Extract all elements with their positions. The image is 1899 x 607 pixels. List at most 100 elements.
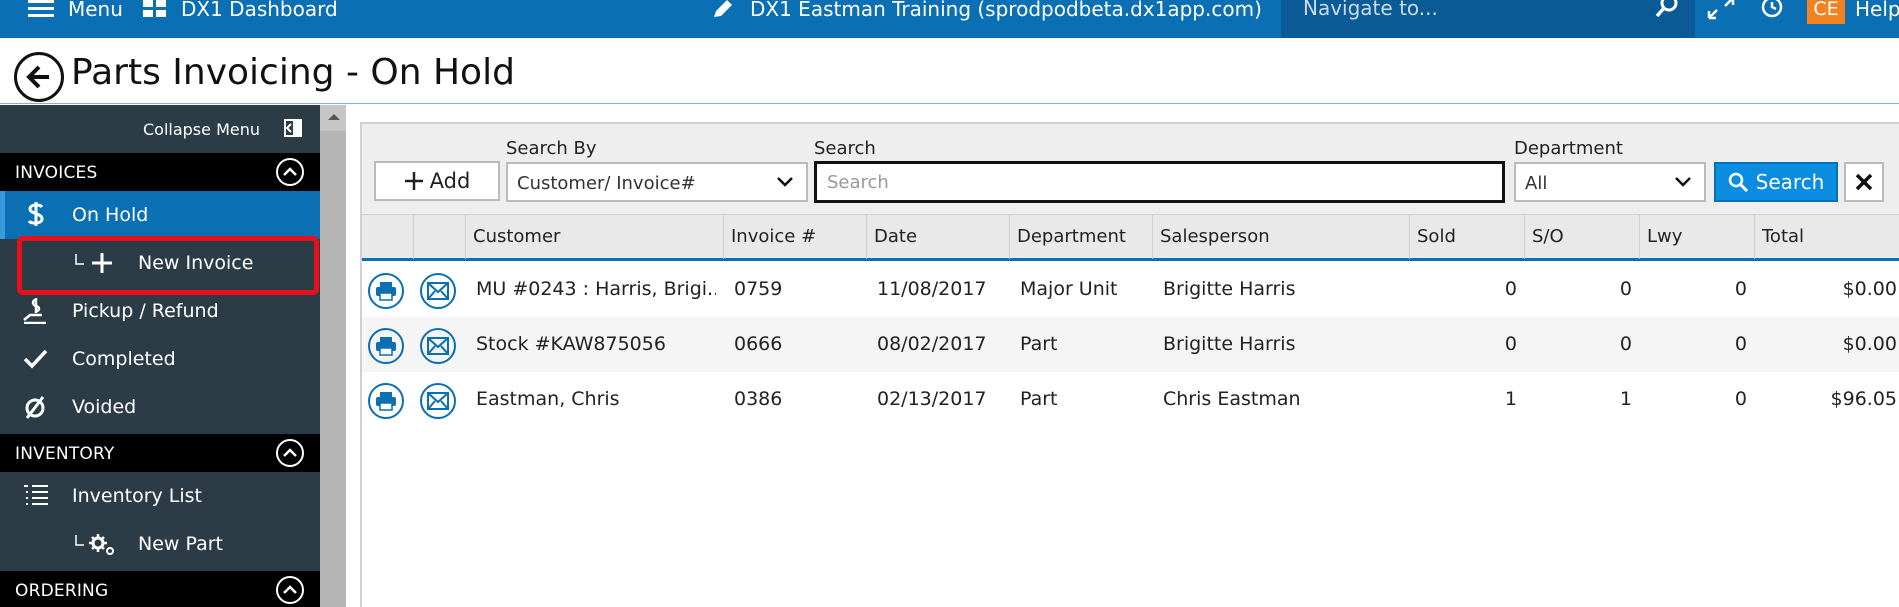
scroll-up-arrow[interactable] [328, 114, 340, 120]
table-row[interactable]: Eastman, Chris 0386 02/13/2017 Part Chri… [362, 372, 1899, 427]
sidebar-item-label: Voided [72, 396, 137, 418]
department-select[interactable]: All [1514, 162, 1706, 202]
collapse-menu[interactable]: Collapse Menu [0, 105, 320, 152]
search-box[interactable] [814, 161, 1505, 203]
menu-button[interactable]: Menu [28, 0, 123, 19]
add-button[interactable]: Add [374, 161, 500, 201]
toolbar: Add Search By Customer/ Invoice# Search … [362, 124, 1899, 214]
collapse-icon[interactable] [284, 119, 302, 137]
search-input[interactable] [817, 164, 1502, 200]
sidebar-item-new-part[interactable]: New Part [0, 520, 320, 568]
sidebar-item-voided[interactable]: Voided [0, 383, 320, 431]
navigate-search[interactable]: Navigate to... [1281, 0, 1695, 38]
cell-sold: 0 [1504, 333, 1517, 355]
navigate-input[interactable]: Navigate to... [1303, 0, 1438, 20]
table-row[interactable]: MU #0243 : Harris, Brigi... 0759 11/08/2… [362, 262, 1899, 317]
chevron-up-icon[interactable] [275, 438, 305, 468]
table-row[interactable]: Stock #KAW875056 0666 08/02/2017 Part Br… [362, 317, 1899, 372]
cell-total: $96.05 [1830, 388, 1897, 410]
section-invoices-label: INVOICES [15, 163, 98, 183]
printer-icon [376, 337, 396, 356]
cell-department: Part [1020, 333, 1058, 355]
print-button[interactable] [368, 273, 404, 309]
pickup-icon [23, 298, 46, 324]
back-button[interactable] [14, 52, 64, 102]
top-bar: Menu DX1 Dashboard DX1 Eastman Training … [0, 0, 1899, 38]
section-inventory-label: INVENTORY [15, 444, 115, 464]
department-value: All [1525, 173, 1548, 194]
chevron-down-icon [777, 177, 793, 187]
chevron-down-icon [1675, 177, 1691, 187]
email-button[interactable] [420, 328, 456, 364]
main-panel: Add Search By Customer/ Invoice# Search … [360, 122, 1899, 607]
cell-department: Part [1020, 388, 1058, 410]
chevron-up-icon[interactable] [275, 575, 305, 605]
cell-invoice: 0759 [734, 278, 783, 300]
department-label: Department [1514, 138, 1623, 159]
section-ordering[interactable]: ORDERING [0, 571, 320, 607]
clear-search-button[interactable] [1844, 162, 1884, 202]
chevron-up-icon[interactable] [275, 157, 305, 187]
user-avatar[interactable]: CE [1807, 0, 1845, 24]
cell-total: $0.00 [1842, 333, 1897, 355]
printer-icon [376, 392, 396, 411]
search-label: Search [814, 138, 876, 159]
column-date[interactable]: Date [867, 215, 1010, 259]
sidebar-item-label: New Part [138, 533, 223, 555]
search-icon [1728, 172, 1748, 192]
search-by-label: Search By [506, 138, 597, 159]
email-button[interactable] [420, 383, 456, 419]
column-so[interactable]: S/O [1525, 215, 1640, 259]
help-link[interactable]: Help [1855, 0, 1899, 19]
sidebar-scrollbar[interactable] [320, 105, 346, 607]
pencil-icon [714, 0, 732, 17]
list-icon [24, 485, 48, 505]
column-total[interactable]: Total [1755, 215, 1899, 259]
column-salesperson[interactable]: Salesperson [1153, 215, 1410, 259]
cell-customer[interactable]: Stock #KAW875056 [476, 317, 716, 372]
printer-icon [376, 282, 396, 301]
page-title: Parts Invoicing - On Hold [71, 52, 515, 93]
cell-date: 08/02/2017 [877, 333, 987, 355]
plus-icon [404, 172, 423, 190]
sidebar-item-label: Inventory List [72, 485, 203, 507]
cell-lwy: 0 [1734, 388, 1747, 410]
section-inventory[interactable]: INVENTORY [0, 434, 320, 472]
gear-icon [75, 534, 114, 555]
expand-icon[interactable] [1706, 0, 1736, 20]
column-email [414, 215, 466, 259]
account-link[interactable]: DX1 Eastman Training (sprodpodbeta.dx1ap… [712, 0, 1262, 19]
table-header: Customer Invoice # Date Department Sales… [362, 214, 1899, 261]
search-button[interactable]: Search [1714, 162, 1838, 202]
void-icon [25, 396, 45, 419]
scroll-track[interactable] [320, 131, 346, 607]
envelope-icon [427, 282, 449, 300]
print-button[interactable] [368, 328, 404, 364]
sidebar-item-inventory-list[interactable]: Inventory List [0, 472, 320, 520]
column-customer[interactable]: Customer [466, 215, 724, 259]
cell-sold: 0 [1504, 278, 1517, 300]
sidebar-item-on-hold[interactable]: On Hold [0, 191, 320, 239]
add-button-label: Add [429, 169, 471, 193]
search-icon[interactable] [1655, 0, 1679, 18]
search-button-label: Search [1755, 170, 1825, 194]
cell-customer[interactable]: MU #0243 : Harris, Brigi... [476, 262, 716, 317]
sidebar-item-completed[interactable]: Completed [0, 335, 320, 383]
column-lwy[interactable]: Lwy [1640, 215, 1755, 259]
cell-invoice: 0386 [734, 388, 783, 410]
column-department[interactable]: Department [1010, 215, 1153, 259]
search-by-select[interactable]: Customer/ Invoice# [506, 162, 808, 202]
sidebar-item-label: Pickup / Refund [72, 300, 219, 322]
cell-salesperson: Brigitte Harris [1163, 278, 1296, 300]
print-button[interactable] [368, 383, 404, 419]
cell-invoice: 0666 [734, 333, 783, 355]
section-invoices[interactable]: INVOICES [0, 153, 320, 191]
column-sold[interactable]: Sold [1410, 215, 1525, 259]
column-invoice[interactable]: Invoice # [724, 215, 867, 259]
envelope-icon [427, 337, 449, 355]
cell-lwy: 0 [1734, 333, 1747, 355]
alarm-icon[interactable] [1758, 0, 1786, 20]
cell-customer[interactable]: Eastman, Chris [476, 372, 716, 427]
dashboard-link[interactable]: DX1 Dashboard [143, 0, 338, 19]
email-button[interactable] [420, 273, 456, 309]
